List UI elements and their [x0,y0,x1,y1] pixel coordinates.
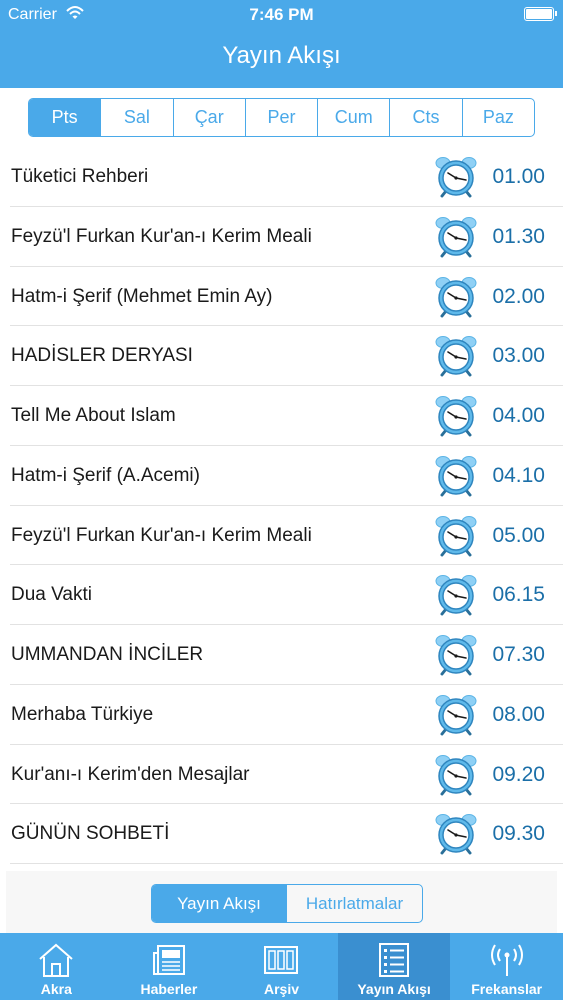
day-tab-pts[interactable]: Pts [29,99,102,136]
day-tab-cts[interactable]: Cts [390,99,463,136]
status-bar: Carrier 7:46 PM [0,0,563,30]
view-switcher-bar: Yayın Akışı Hatırlatmalar [6,871,557,933]
program-row: GÜNÜN SOHBETİ 09.30 [10,804,563,864]
segment-schedule[interactable]: Yayın Akışı [152,885,287,922]
tab-yayin-akisi[interactable]: Yayın Akışı [337,933,451,1000]
program-row: Merhaba Türkiye 08.00 [10,685,563,745]
alarm-clock-icon[interactable] [434,694,478,736]
home-icon [39,943,73,977]
day-tab-sal[interactable]: Sal [101,99,174,136]
alarm-clock-icon[interactable] [434,335,478,377]
program-time: 05.00 [492,523,545,547]
program-row: UMMANDAN İNCİLER 07.30 [10,625,563,685]
antenna-icon [490,944,523,976]
program-name: Feyzü'l Furkan Kur'an-ı Kerim Meali [11,225,312,247]
program-name: UMMANDAN İNCİLER [11,644,204,665]
alarm-clock-icon[interactable] [434,813,478,855]
program-row: Feyzü'l Furkan Kur'an-ı Kerim Meali 05.00 [10,506,563,566]
program-time: 04.10 [492,463,545,487]
program-name: Hatm-i Şerif (A.Acemi) [11,464,200,486]
program-name: GÜNÜN SOHBETİ [11,823,170,845]
tab-frekanslar[interactable]: Frekanslar [450,933,563,1000]
program-name: Merhaba Türkiye [11,703,154,725]
schedule-list-icon [379,943,410,977]
page-title: Yayın Akışı [222,42,341,69]
day-tab-per[interactable]: Per [246,99,319,136]
program-name: Dua Vakti [11,584,92,606]
program-name: HADİSLER DERYASI [11,345,193,367]
day-tab-car[interactable]: Çar [174,99,246,136]
program-row: Tell Me About Islam 04.00 [10,386,563,446]
tab-label: Frekanslar [471,981,543,997]
day-selector: Pts Sal Çar Per Cum Cts Paz [28,98,535,137]
tab-label: Haberler [140,981,198,997]
program-row: Kur'anı-ı Kerim'den Mesajlar 09.20 [10,745,563,805]
alarm-clock-icon[interactable] [434,754,478,796]
view-switcher: Yayın Akışı Hatırlatmalar [151,884,423,923]
program-name: Hatm-i Şerif (Mehmet Emin Ay) [11,285,273,307]
day-tab-cum[interactable]: Cum [318,99,391,136]
program-time: 09.30 [492,822,545,846]
program-row: Hatm-i Şerif (A.Acemi) 04.10 [10,446,563,506]
tab-label: Arşiv [263,981,299,997]
tab-bar: Akra Haberler Arşiv Yayın Akışı Frekansl… [0,933,563,1000]
alarm-clock-icon[interactable] [434,455,478,497]
tab-label: Akra [40,981,72,997]
status-time: 7:46 PM [249,5,314,24]
program-time: 01.30 [492,224,545,248]
alarm-clock-icon[interactable] [434,574,478,616]
alarm-clock-icon[interactable] [434,276,478,318]
program-name: Kur'anı-ı Kerim'den Mesajlar [11,763,250,785]
program-row: Dua Vakti 06.15 [10,565,563,625]
program-time: 01.00 [492,165,545,188]
program-list: Tüketici Rehberi 01.00 Feyzü'l Furkan Kur… [0,147,563,864]
tab-haberler[interactable]: Haberler [113,933,226,1000]
program-name: Tell Me About Islam [11,405,176,426]
program-row: Feyzü'l Furkan Kur'an-ı Kerim Meali 01.30 [10,207,563,267]
program-time: 07.30 [492,643,545,666]
segment-reminders[interactable]: Hatırlatmalar [287,885,422,922]
program-row: HADİSLER DERYASI 03.00 [10,326,563,386]
battery-icon [524,7,557,21]
alarm-clock-icon[interactable] [434,156,478,198]
program-name: Feyzü'l Furkan Kur'an-ı Kerim Meali [11,524,312,546]
alarm-clock-icon[interactable] [434,216,478,258]
nav-header: Carrier 7:46 PM Yayın Akışı [0,0,563,88]
program-time: 08.00 [492,702,545,726]
program-row: Tüketici Rehberi 01.00 [10,147,563,207]
tab-label: Yayın Akışı [357,981,431,997]
program-name: Tüketici Rehberi [11,166,149,187]
program-time: 04.00 [492,404,545,427]
alarm-clock-icon[interactable] [434,395,478,437]
news-icon [152,945,185,975]
program-time: 09.20 [492,762,545,786]
alarm-clock-icon[interactable] [434,634,478,676]
program-row: Hatm-i Şerif (Mehmet Emin Ay) 02.00 [10,267,563,327]
program-time: 02.00 [492,284,545,308]
program-time: 03.00 [492,344,545,368]
program-time: 06.15 [492,583,545,607]
tab-akra[interactable]: Akra [0,933,113,1000]
day-tab-paz[interactable]: Paz [463,99,534,136]
alarm-clock-icon[interactable] [434,515,478,557]
tab-arsiv[interactable]: Arşiv [225,933,338,1000]
archive-icon [264,946,299,974]
